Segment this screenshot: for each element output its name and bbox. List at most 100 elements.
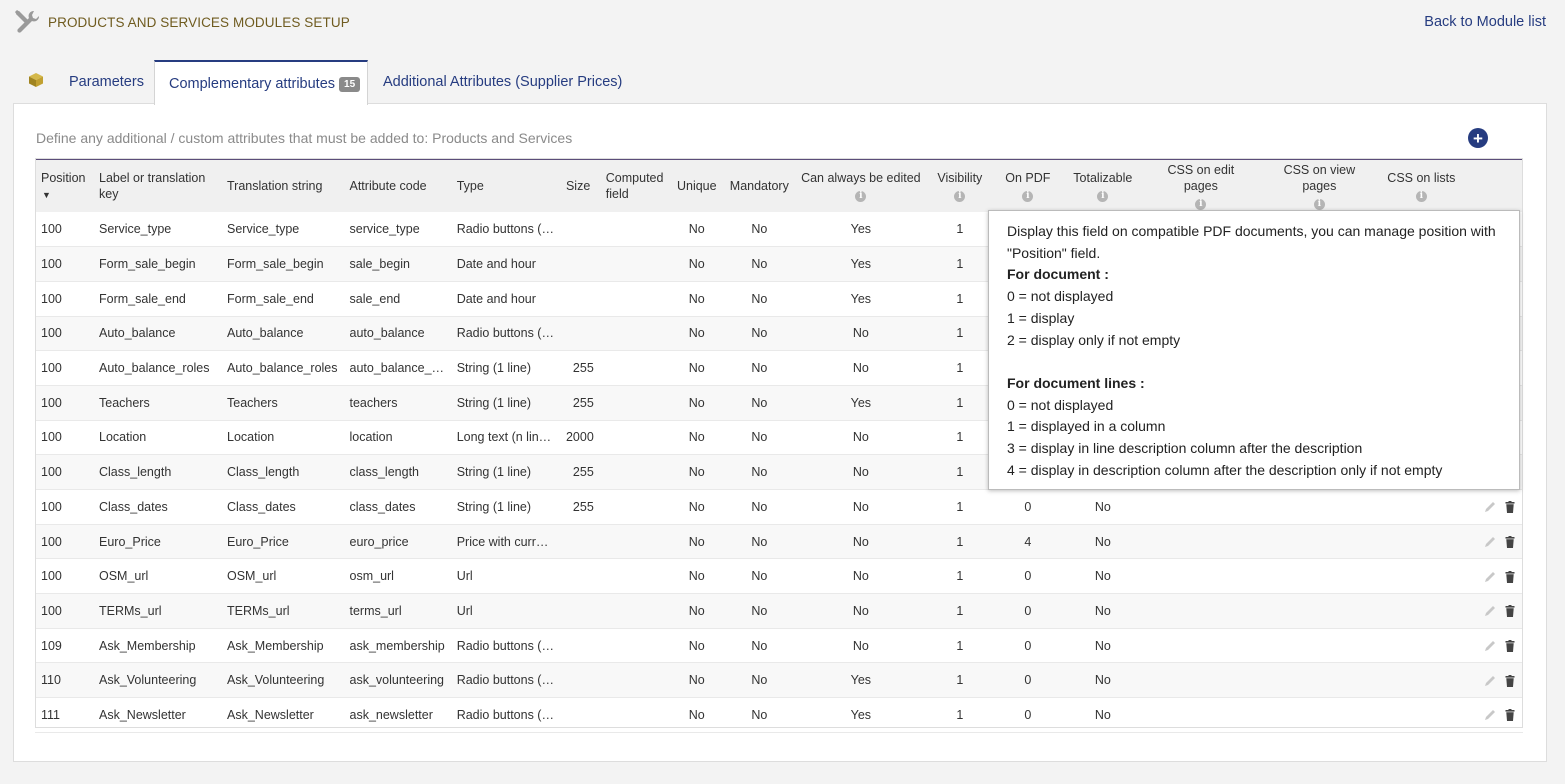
col-css-lists[interactable]: CSS on lists i (1380, 159, 1463, 212)
cell-label: Ask_Membership (99, 638, 196, 653)
col-computed[interactable]: Computed field (600, 159, 670, 212)
cell-visibility: 1 (956, 673, 964, 688)
cell-unique: No (688, 257, 705, 272)
table-header-row: Position ▼ Label or translation key Trans… (35, 159, 1523, 212)
cell-always-edit: Yes (850, 222, 872, 237)
trash-icon[interactable] (1503, 674, 1517, 688)
col-css-view[interactable]: CSS on view pages i (1259, 159, 1380, 212)
col-label[interactable]: Label or translation key (93, 159, 221, 212)
cell-translation: TERMs_url (227, 603, 290, 618)
cell-position: 100 (41, 534, 62, 549)
col-label-label: Label or translation key (99, 171, 206, 201)
col-css-edit[interactable]: CSS on edit pages i (1143, 159, 1259, 212)
module-box-icon (29, 73, 43, 87)
cell-unique: No (688, 673, 705, 688)
info-icon[interactable]: i (1313, 199, 1325, 210)
col-on-pdf-label: On PDF (1005, 171, 1051, 185)
col-mandatory-label: Mandatory (729, 179, 789, 193)
trash-icon[interactable] (1503, 500, 1517, 514)
col-code-label: Attribute code (349, 179, 427, 193)
col-mandatory[interactable]: Mandatory (724, 159, 795, 212)
table-row: 100 OSM_url OSM_url osm_url Url No No No 1 0 No (35, 558, 1523, 594)
trash-icon[interactable] (1503, 535, 1517, 549)
cell-always-edit: Yes (850, 395, 872, 410)
col-css-view-label: CSS on view pages (1283, 163, 1356, 193)
pencil-icon[interactable] (1483, 500, 1497, 514)
cell-empty (1380, 698, 1463, 733)
cell-visibility: 1 (956, 707, 964, 722)
row-actions (1463, 559, 1523, 594)
col-translation[interactable]: Translation string (221, 159, 344, 212)
row-actions (1463, 698, 1523, 733)
col-totalizable-label: Totalizable (1073, 171, 1133, 185)
col-unique[interactable]: Unique (670, 159, 724, 212)
trash-icon[interactable] (1503, 639, 1517, 653)
pencil-icon[interactable] (1483, 535, 1497, 549)
cell-always-edit: No (852, 569, 869, 584)
cell-always-edit: No (852, 361, 869, 376)
back-to-module-list-link[interactable]: Back to Module list (1424, 14, 1546, 30)
tools-icon (15, 10, 40, 33)
cell-type: Url (456, 569, 473, 584)
cell-unique: No (688, 534, 705, 549)
col-always-edit[interactable]: Can always be edited i (795, 159, 927, 212)
tooltip-doc-line: 1 = display (1007, 309, 1075, 326)
cell-code: service_type (349, 222, 420, 237)
tab-complementary-attributes[interactable]: Complementary attributes 15 (154, 60, 368, 105)
col-size[interactable]: Size (560, 159, 600, 212)
cell-visibility: 1 (956, 430, 964, 445)
cell-unique: No (688, 291, 705, 306)
col-type[interactable]: Type (451, 159, 560, 212)
cell-on-pdf: 0 (1024, 638, 1032, 653)
col-translation-label: Translation string (227, 179, 323, 193)
info-icon[interactable]: i (1022, 191, 1034, 202)
info-icon[interactable]: i (1097, 191, 1109, 202)
cell-size (560, 559, 600, 594)
info-icon[interactable]: i (855, 191, 867, 202)
cell-size (560, 698, 600, 733)
table-row: 110 Ask_Volunteering Ask_Volunteering ask_v… (35, 662, 1523, 698)
cell-empty (600, 594, 670, 629)
pencil-icon[interactable] (1483, 570, 1497, 584)
cell-unique: No (688, 638, 705, 653)
cell-size: 255 (572, 499, 594, 514)
pencil-icon[interactable] (1483, 708, 1497, 722)
cell-empty (1143, 490, 1259, 525)
table-row: 111 Ask_Newsletter Ask_Newsletter ask_newsl… (35, 697, 1523, 733)
cell-label: Class_length (99, 465, 172, 480)
tab-additional-label: Additional Attributes (Supplier Prices) (383, 74, 623, 90)
cell-code: sale_end (349, 291, 401, 306)
count-badge: 15 (339, 77, 361, 92)
pencil-icon[interactable] (1483, 674, 1497, 688)
cell-size: 255 (572, 395, 594, 410)
info-icon[interactable]: i (1415, 191, 1427, 202)
pencil-icon[interactable] (1483, 604, 1497, 618)
cell-empty (600, 281, 670, 316)
cell-type: Date and hour (456, 291, 536, 306)
trash-icon[interactable] (1503, 604, 1517, 618)
info-icon[interactable]: i (954, 191, 966, 202)
cell-empty (1259, 698, 1380, 733)
page-header: PRODUCTS AND SERVICES MODULES SETUP Back… (0, 0, 1565, 50)
col-code[interactable]: Attribute code (344, 159, 451, 212)
trash-icon[interactable] (1503, 708, 1517, 722)
col-visibility[interactable]: Visibility i (927, 159, 993, 212)
tab-additional-attributes[interactable]: Additional Attributes (Supplier Prices) (383, 60, 622, 104)
col-totalizable[interactable]: Totalizable i (1063, 159, 1143, 212)
cell-empty (1259, 524, 1380, 559)
tooltip-lines-line: 3 = display in line description column a… (1007, 440, 1363, 457)
col-position[interactable]: Position ▼ (35, 159, 93, 212)
cell-position: 100 (41, 465, 62, 480)
cell-always-edit: Yes (850, 257, 872, 272)
cell-unique: No (688, 603, 705, 618)
cell-always-edit: No (852, 326, 869, 341)
trash-icon[interactable] (1503, 570, 1517, 584)
col-on-pdf[interactable]: On PDF i (993, 159, 1063, 212)
add-attribute-button[interactable]: + (1468, 128, 1488, 148)
tab-parameters[interactable]: Parameters (69, 60, 144, 104)
cell-mandatory: No (751, 707, 768, 722)
cell-code: euro_price (349, 534, 409, 549)
col-position-label: Position (41, 170, 86, 185)
pencil-icon[interactable] (1483, 639, 1497, 653)
info-icon[interactable]: i (1195, 199, 1207, 210)
